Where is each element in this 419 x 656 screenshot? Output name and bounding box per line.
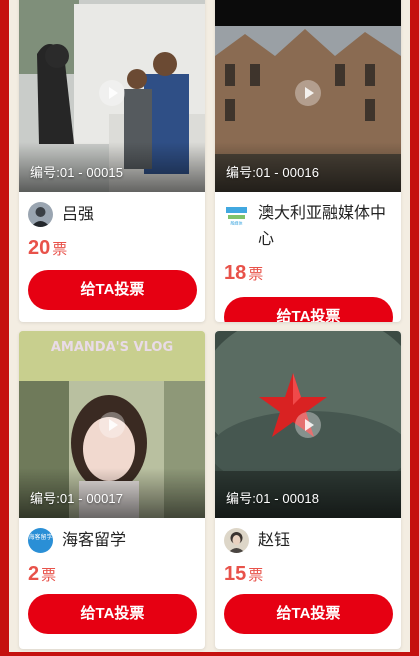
vote-count: 20 票 — [28, 237, 67, 260]
svg-text:融媒体: 融媒体 — [231, 220, 243, 226]
video-thumbnail[interactable]: 编号:01 - 00015 — [19, 0, 205, 192]
author-name: 赵钰 — [258, 532, 291, 549]
video-thumbnail[interactable]: 编号:01 - 00016 — [215, 0, 401, 192]
vote-button[interactable]: 给TA投票 — [28, 594, 197, 634]
avatar: 海客留学 — [28, 528, 53, 553]
entry-code: 编号:01 - 00018 — [226, 491, 320, 506]
svg-text:海客留学: 海客留学 — [28, 533, 52, 541]
video-thumbnail[interactable]: 编号:01 - 00018 — [215, 331, 401, 518]
video-thumbnail[interactable]: AMANDA'S VLOG 编号:01 - 00017 — [19, 331, 205, 518]
page-frame-right — [410, 0, 419, 656]
avatar — [224, 528, 249, 553]
page-frame-bottom — [0, 652, 419, 656]
play-icon[interactable] — [98, 411, 126, 439]
author-row: 吕强 — [28, 201, 94, 228]
vote-count: 15 票 — [224, 563, 263, 586]
entry-code: 编号:01 - 00015 — [30, 165, 124, 180]
vote-number: 18 — [224, 262, 247, 284]
author-row: 融媒体 澳大利亚融媒体中心 — [224, 201, 393, 253]
vote-number: 15 — [224, 563, 247, 585]
play-icon[interactable] — [294, 79, 322, 107]
page-frame-left — [0, 0, 9, 656]
play-icon[interactable] — [294, 411, 322, 439]
author-name: 吕强 — [62, 206, 95, 223]
vote-unit: 票 — [41, 567, 57, 584]
avatar — [28, 202, 53, 227]
vote-count: 18 票 — [224, 262, 263, 285]
entry-card[interactable]: 编号:01 - 00015 吕强 20 票 给TA投票 — [19, 0, 205, 322]
svg-text:AMANDA'S VLOG: AMANDA'S VLOG — [51, 340, 173, 355]
vote-unit: 票 — [52, 241, 68, 258]
entry-card[interactable]: 编号:01 - 00018 赵钰 15 票 给TA投票 — [215, 331, 401, 649]
vote-unit: 票 — [248, 567, 264, 584]
author-row: 海客留学 海客留学 — [28, 527, 126, 554]
vote-button[interactable]: 给TA投票 — [224, 297, 393, 322]
entry-card[interactable]: AMANDA'S VLOG 编号:01 - 00017 海客留学 海客留学 2票… — [19, 331, 205, 649]
author-name: 海客留学 — [62, 532, 127, 549]
vote-number: 2 — [28, 563, 40, 585]
entry-card[interactable]: 编号:01 - 00016 融媒体 澳大利亚融媒体中心 18 票 给TA投票 — [215, 0, 401, 322]
vote-count: 2票 — [28, 563, 56, 586]
entry-code: 编号:01 - 00017 — [30, 491, 124, 506]
play-icon[interactable] — [98, 79, 126, 107]
author-name: 澳大利亚融媒体中心 — [258, 205, 387, 248]
vote-number: 20 — [28, 237, 51, 259]
vote-unit: 票 — [248, 266, 264, 283]
entry-code: 编号:01 - 00016 — [226, 165, 320, 180]
vote-button[interactable]: 给TA投票 — [28, 270, 197, 310]
vote-button[interactable]: 给TA投票 — [224, 594, 393, 634]
avatar: 融媒体 — [224, 202, 249, 227]
author-row: 赵钰 — [224, 527, 290, 554]
